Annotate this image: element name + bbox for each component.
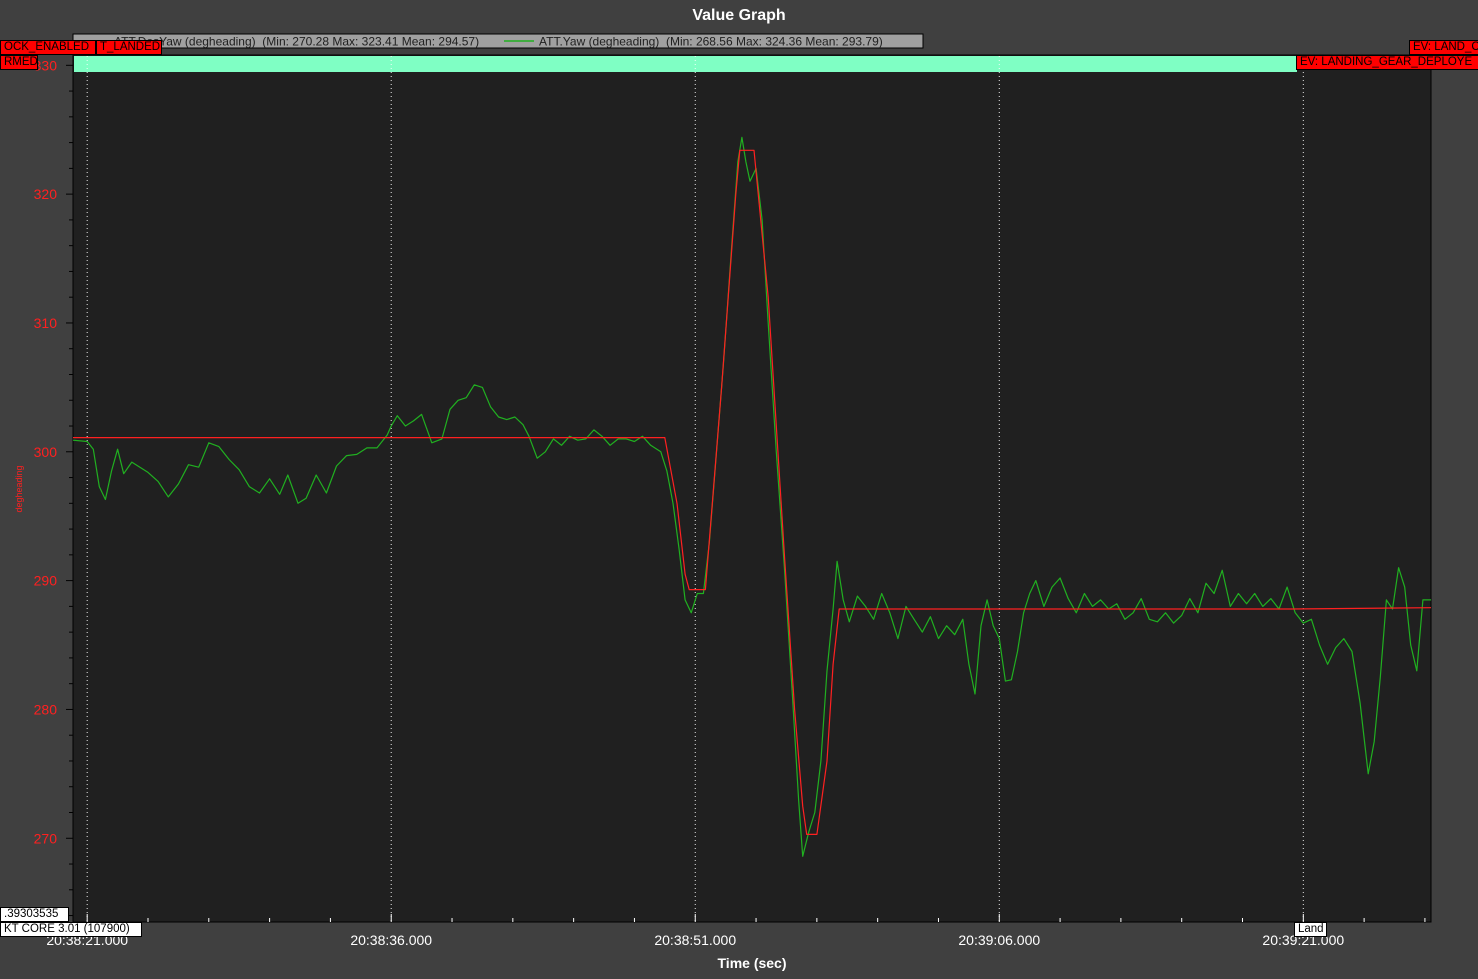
legend[interactable]: ATT.DesYaw (degheading) (Min: 270.28 Max…	[72, 33, 924, 49]
x-axis-label: Time (sec)	[718, 955, 787, 971]
y-tick-label-270: 270	[34, 830, 58, 846]
event-tag-land-c[interactable]: EV: LAND_C	[1409, 40, 1478, 55]
y-tick-label-320: 320	[34, 186, 58, 202]
legend-entry-yaw: ATT.Yaw (degheading) (Min: 268.56 Max: 3…	[539, 35, 883, 49]
y-tick-label-310: 310	[34, 315, 58, 331]
event-tag-rmed[interactable]: RMED	[0, 55, 38, 70]
y-axis: 270280290300310320330	[34, 57, 73, 917]
value-graph[interactable]: Value Graph 270280290300310320330 20:38:…	[0, 0, 1478, 979]
graph-title: Value Graph	[692, 7, 785, 24]
event-tag-t-landed[interactable]: T_LANDED	[96, 40, 162, 55]
plot-area[interactable]	[72, 54, 1432, 923]
x-tick-label-3: 20:39:06.000	[958, 932, 1040, 948]
y-tick-label-290: 290	[34, 573, 58, 589]
y-axis-label: degheading	[14, 465, 24, 512]
y-tick-label-280: 280	[34, 701, 58, 717]
value-readout-box: .39303535	[0, 907, 69, 922]
flight-mode-band	[74, 56, 1297, 72]
event-tag-ock-enabled[interactable]: OCK_ENABLED	[0, 40, 96, 55]
firmware-info-box: KT CORE 3.01 (107900)	[0, 922, 142, 937]
mode-tag-land[interactable]: Land	[1294, 922, 1327, 937]
x-tick-label-1: 20:38:36.000	[350, 932, 432, 948]
event-tag-landing-gear-deployed[interactable]: EV: LANDING_GEAR_DEPLOYE	[1296, 55, 1478, 70]
y-tick-label-300: 300	[34, 444, 58, 460]
x-tick-label-2: 20:38:51.000	[654, 932, 736, 948]
legend-entry-desyaw: ATT.DesYaw (degheading) (Min: 270.28 Max…	[114, 35, 479, 49]
